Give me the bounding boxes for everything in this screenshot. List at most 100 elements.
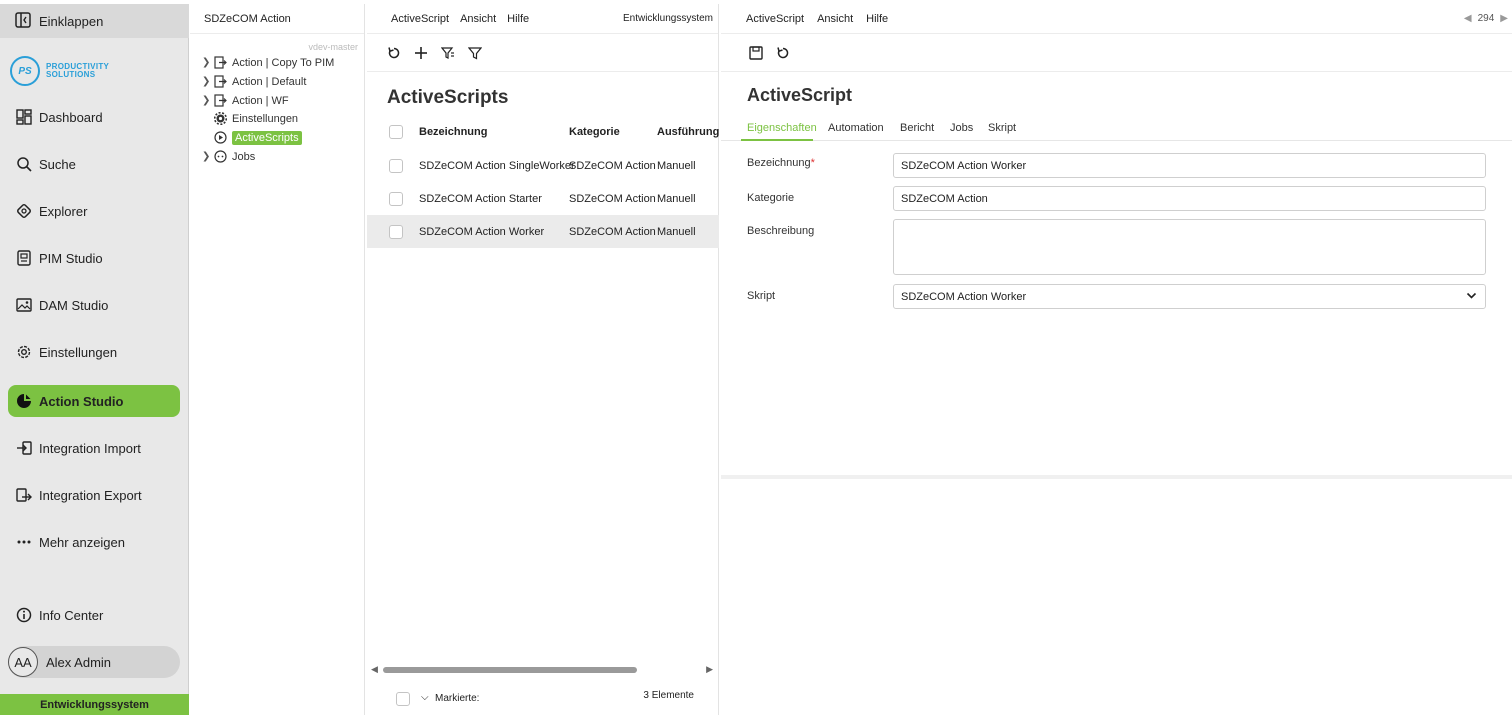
gear-icon	[15, 343, 33, 361]
tree-item-label: Action | WF	[232, 94, 289, 107]
tab-jobs[interactable]: Jobs	[950, 122, 973, 134]
sidebar-item-einstellungen[interactable]: Einstellungen	[8, 336, 180, 368]
bezeichnung-field[interactable]: SDZeCOM Action Worker	[893, 153, 1486, 178]
action-folder-icon	[214, 56, 228, 69]
tree-panel: SDZeCOM Action vdev-master ❯ Action | Co…	[190, 4, 365, 715]
chevron-right-icon[interactable]: ❯	[202, 76, 214, 87]
logo-mark: PS	[10, 56, 40, 86]
cell-bezeichnung: SDZeCOM Action SingleWorker	[419, 159, 575, 172]
sidebar-item-info-center[interactable]: Info Center	[8, 599, 180, 631]
sidebar-item-suche[interactable]: Suche	[8, 148, 180, 180]
sidebar-item-integration-export[interactable]: Integration Export	[8, 479, 180, 511]
active-tab-indicator	[741, 139, 813, 141]
tree-item-default[interactable]: ❯ Action | Default	[202, 72, 306, 91]
row-checkbox[interactable]	[389, 224, 403, 239]
column-header-bezeichnung[interactable]: Bezeichnung	[419, 126, 487, 138]
filter-settings-button[interactable]	[439, 44, 457, 62]
column-header-ausfuehrung[interactable]: Ausführung	[657, 126, 719, 138]
tab-skript[interactable]: Skript	[988, 122, 1016, 134]
menu-ansicht[interactable]: Ansicht	[460, 13, 496, 25]
sidebar-item-label: Suche	[39, 156, 76, 172]
app-window: Einklappen PS PRODUCTIVITY SOLUTIONS Das…	[0, 0, 1512, 715]
list-toolbar	[367, 34, 718, 72]
chevron-down-icon[interactable]: ⌵	[421, 692, 429, 703]
refresh-button[interactable]	[774, 44, 792, 62]
tree-item-copy-to-pim[interactable]: ❯ Action | Copy To PIM	[202, 53, 334, 72]
tab-eigenschaften[interactable]: Eigenschaften	[747, 122, 817, 134]
action-folder-icon	[214, 75, 228, 88]
menu-ansicht[interactable]: Ansicht	[817, 13, 853, 25]
search-icon	[15, 155, 33, 173]
cell-ausfuehrung: Manuell	[657, 192, 696, 205]
info-icon	[15, 606, 33, 624]
detail-toolbar	[721, 34, 1512, 72]
sidebar-item-pim-studio[interactable]: PIM Studio	[8, 242, 180, 274]
sidebar-item-label: PIM Studio	[39, 250, 103, 266]
beschreibung-field[interactable]	[893, 219, 1486, 275]
cell-kategorie: SDZeCOM Action	[569, 192, 656, 205]
sidebar-item-explorer[interactable]: Explorer	[8, 195, 180, 227]
sidebar-item-dam-studio[interactable]: DAM Studio	[8, 289, 180, 321]
tab-automation[interactable]: Automation	[828, 122, 884, 134]
list-panel: ActiveScript Ansicht Hilfe Entwicklungss…	[367, 4, 719, 715]
detail-panel: ActiveScript Ansicht Hilfe ◀ 294 ▶ Activ…	[721, 4, 1512, 715]
select-all-checkbox[interactable]	[389, 125, 403, 139]
tree-item-activescripts[interactable]: ActiveScripts	[202, 128, 302, 147]
add-button[interactable]	[412, 44, 430, 62]
user-menu[interactable]: AA Alex Admin	[8, 646, 180, 678]
save-button[interactable]	[747, 44, 765, 62]
next-record-icon[interactable]: ▶	[1500, 13, 1508, 24]
chevron-right-icon[interactable]: ❯	[202, 151, 214, 162]
label-kategorie: Kategorie	[747, 192, 795, 204]
chevron-right-icon[interactable]: ❯	[202, 95, 214, 106]
logo-line-2: SOLUTIONS	[46, 70, 96, 79]
sidebar-item-mehr-anzeigen[interactable]: Mehr anzeigen	[8, 526, 180, 558]
environment-bar: Entwicklungssystem	[0, 694, 189, 715]
collapse-button[interactable]: Einklappen	[0, 4, 189, 38]
tree-item-jobs[interactable]: ❯ Jobs	[202, 147, 255, 166]
tree-item-label: Einstellungen	[232, 112, 299, 125]
menu-activescript[interactable]: ActiveScript	[746, 13, 804, 25]
jobs-icon	[214, 150, 228, 163]
chevron-down-icon[interactable]	[1466, 290, 1477, 304]
table-row[interactable]: SDZeCOM Action Worker SDZeCOM Action Man…	[367, 215, 719, 248]
image-icon	[15, 296, 33, 314]
tree-item-label: Action | Default	[232, 75, 307, 88]
skript-select[interactable]: SDZeCOM Action Worker	[893, 284, 1486, 309]
gear-icon	[214, 112, 228, 125]
menu-activescript[interactable]: ActiveScript	[391, 13, 449, 25]
column-header-kategorie[interactable]: Kategorie	[569, 126, 620, 138]
chevron-right-icon[interactable]: ❯	[202, 57, 214, 68]
sidebar-item-label: Integration Import	[39, 440, 141, 456]
scrollbar-thumb[interactable]	[383, 667, 637, 673]
menu-hilfe[interactable]: Hilfe	[507, 13, 529, 25]
cell-kategorie: SDZeCOM Action	[569, 225, 656, 238]
footer-select-checkbox[interactable]	[396, 692, 410, 706]
scroll-left-icon[interactable]: ◀	[371, 664, 378, 675]
tab-bericht[interactable]: Bericht	[900, 122, 934, 134]
tree-item-wf[interactable]: ❯ Action | WF	[202, 91, 289, 110]
table-row[interactable]: SDZeCOM Action Starter SDZeCOM Action Ma…	[367, 182, 719, 215]
detail-menubar: ActiveScript Ansicht Hilfe ◀ 294 ▶	[721, 4, 1512, 34]
tree-item-einstellungen[interactable]: Einstellungen	[202, 109, 298, 128]
table-row[interactable]: SDZeCOM Action SingleWorker SDZeCOM Acti…	[367, 149, 719, 182]
list-menubar: ActiveScript Ansicht Hilfe Entwicklungss…	[367, 4, 718, 34]
sidebar-item-dashboard[interactable]: Dashboard	[8, 101, 180, 133]
horizontal-scrollbar[interactable]: ◀ ▶	[371, 664, 717, 676]
pim-icon	[15, 249, 33, 267]
row-checkbox[interactable]	[389, 158, 403, 173]
sidebar-item-action-studio[interactable]: Action Studio	[8, 385, 180, 417]
kategorie-field[interactable]: SDZeCOM Action	[893, 186, 1486, 211]
sidebar-item-integration-import[interactable]: Integration Import	[8, 432, 180, 464]
sidebar-item-label: Info Center	[39, 607, 104, 623]
cell-ausfuehrung: Manuell	[657, 159, 696, 172]
filter-button[interactable]	[466, 44, 484, 62]
scroll-right-icon[interactable]: ▶	[706, 664, 713, 675]
element-count: 3 Elemente	[643, 690, 694, 701]
row-checkbox[interactable]	[389, 191, 403, 206]
refresh-button[interactable]	[385, 44, 403, 62]
previous-record-icon[interactable]: ◀	[1464, 13, 1472, 24]
avatar: AA	[8, 647, 38, 677]
list-title: ActiveScripts	[387, 87, 509, 108]
menu-hilfe[interactable]: Hilfe	[866, 13, 888, 25]
